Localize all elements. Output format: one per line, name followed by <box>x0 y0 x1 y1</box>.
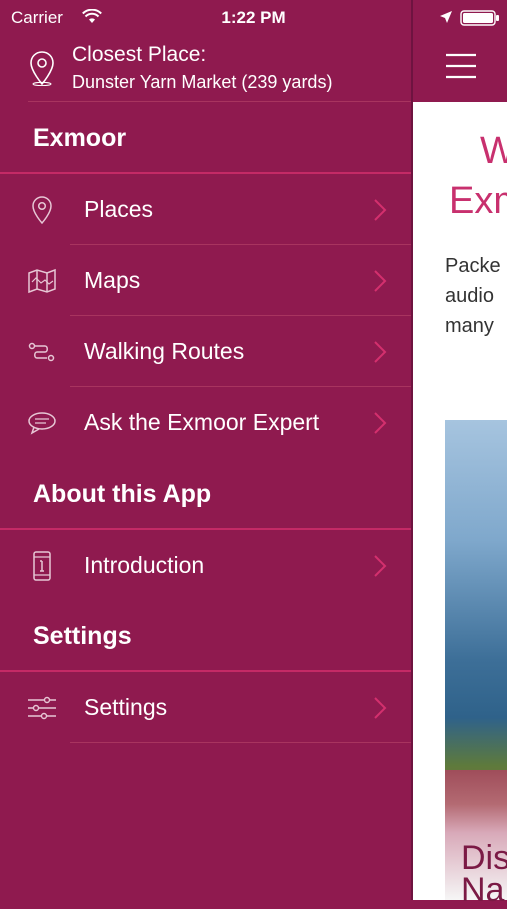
hamburger-menu-icon[interactable] <box>445 53 477 79</box>
menu-item-places[interactable]: Places <box>0 174 411 245</box>
navigation-drawer: Closest Place: Dunster Yarn Market (239 … <box>0 0 411 900</box>
menu-item-walking-routes[interactable]: Walking Routes <box>0 316 411 387</box>
folded-map-icon <box>28 268 56 294</box>
chevron-right-icon <box>374 412 387 434</box>
chevron-right-icon <box>374 697 387 719</box>
section-title-settings: Settings <box>33 622 132 650</box>
divider <box>70 742 411 743</box>
intro-text: many <box>445 315 494 337</box>
menu-item-label: Ask the Exmoor Expert <box>84 409 320 435</box>
clock: 1:22 PM <box>221 8 286 27</box>
photo-caption: Dis Na <box>461 839 507 909</box>
sliders-icon <box>28 696 56 720</box>
chevron-right-icon <box>374 341 387 363</box>
chevron-right-icon <box>374 199 387 221</box>
section-title-about: About this App <box>33 480 212 508</box>
menu-item-settings[interactable]: Settings <box>0 672 411 743</box>
closest-place-value: Dunster Yarn Market (239 yards) <box>72 72 333 92</box>
main-content-panel[interactable]: W Exm Packe audio many DisNa <box>411 0 507 907</box>
menu-item-label: Settings <box>84 694 168 720</box>
chevron-right-icon <box>374 270 387 292</box>
photo-caption-line: Dis <box>461 839 507 877</box>
speech-bubble-icon <box>28 412 56 435</box>
route-icon <box>28 342 55 362</box>
menu-item-maps[interactable]: Maps <box>0 245 411 316</box>
page-heading: W <box>480 130 507 172</box>
menu-item-label: Walking Routes <box>84 338 245 364</box>
closest-place-title: Closest Place: <box>72 43 207 66</box>
closest-place-row[interactable]: Closest Place: Dunster Yarn Market (239 … <box>0 36 411 102</box>
menu-item-ask-expert[interactable]: Ask the Exmoor Expert <box>0 387 411 458</box>
status-bar: Carrier 1:22 PM <box>0 0 507 36</box>
divider <box>28 101 411 102</box>
chevron-right-icon <box>374 555 387 577</box>
menu-item-label: Introduction <box>84 552 205 578</box>
map-pin-icon <box>30 51 54 86</box>
page-heading-line2: Exm <box>449 180 507 222</box>
intro-text: audio <box>445 285 494 307</box>
menu-item-label: Maps <box>84 267 141 293</box>
coastline-photo[interactable] <box>445 420 507 900</box>
section-title-exmoor: Exmoor <box>33 124 127 152</box>
info-phone-icon <box>33 551 51 581</box>
menu-item-label: Places <box>84 196 154 222</box>
photo-caption-line: Na <box>461 871 505 909</box>
intro-text: Packe <box>445 255 501 277</box>
map-pin-icon <box>32 196 52 225</box>
menu-item-introduction[interactable]: Introduction <box>0 530 411 601</box>
